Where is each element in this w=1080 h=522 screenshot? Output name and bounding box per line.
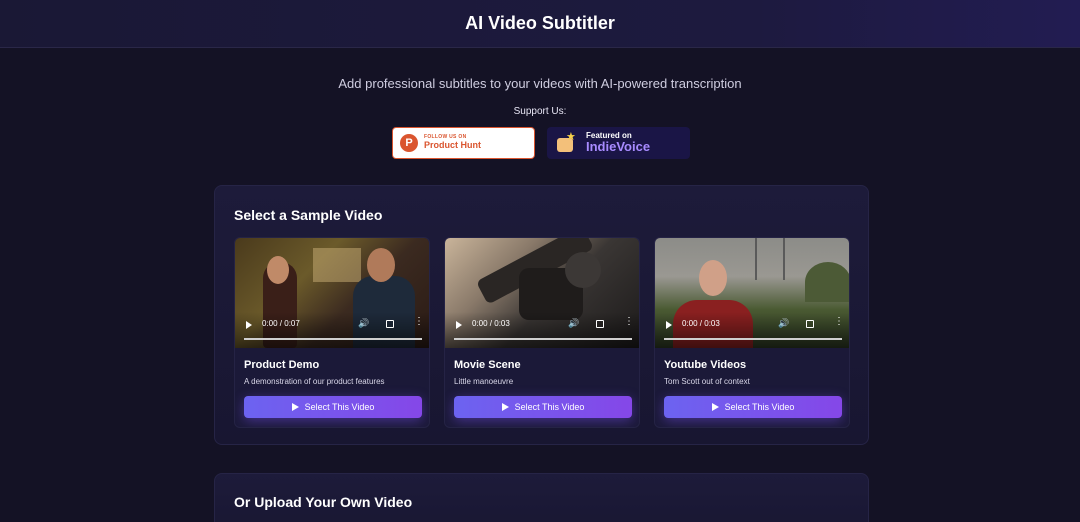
select-video-label: Select This Video [304, 402, 375, 412]
video-player[interactable]: 0:00 / 0:03 🔊 ⋮ [655, 238, 849, 348]
video-controls: 0:00 / 0:03 🔊 ⋮ [445, 312, 639, 348]
video-description: Tom Scott out of context [664, 377, 750, 386]
thumbs-up-star-icon: ★ [555, 132, 579, 154]
play-icon [501, 403, 509, 411]
upload-panel: Or Upload Your Own Video [214, 473, 869, 522]
select-video-button[interactable]: Select This Video [244, 396, 422, 418]
video-title: Youtube Videos [664, 359, 747, 371]
volume-icon[interactable]: 🔊 [778, 318, 789, 329]
video-time: 0:00 / 0:03 [472, 319, 510, 328]
product-hunt-name: Product Hunt [424, 139, 481, 150]
video-time: 0:00 / 0:07 [262, 319, 300, 328]
video-description: Little manoeuvre [454, 377, 514, 386]
video-controls: 0:00 / 0:03 🔊 ⋮ [655, 312, 849, 348]
select-video-label: Select This Video [724, 402, 795, 412]
more-options-icon[interactable]: ⋮ [834, 317, 844, 327]
video-progress-bar[interactable] [664, 338, 842, 340]
play-icon [291, 403, 299, 411]
hero-tagline: Add professional subtitles to your video… [338, 76, 742, 91]
support-label: Support Us: [513, 106, 567, 117]
volume-icon[interactable]: 🔊 [358, 318, 369, 329]
sample-videos-title: Select a Sample Video [234, 207, 383, 223]
video-player[interactable]: 0:00 / 0:03 🔊 ⋮ [445, 238, 639, 348]
video-card-youtube-videos: 0:00 / 0:03 🔊 ⋮ Youtube Videos Tom Scott… [654, 237, 850, 428]
video-title: Movie Scene [454, 359, 521, 371]
select-video-button[interactable]: Select This Video [454, 396, 632, 418]
more-options-icon[interactable]: ⋮ [414, 317, 424, 327]
video-player[interactable]: 0:00 / 0:07 🔊 ⋮ [235, 238, 429, 348]
video-description: A demonstration of our product features [244, 377, 385, 386]
select-video-label: Select This Video [514, 402, 585, 412]
video-time: 0:00 / 0:03 [682, 319, 720, 328]
fullscreen-icon[interactable] [386, 320, 394, 328]
indievoice-name: IndieVoice [586, 139, 651, 155]
play-icon [711, 403, 719, 411]
select-video-button[interactable]: Select This Video [664, 396, 842, 418]
video-progress-bar[interactable] [454, 338, 632, 340]
play-icon[interactable] [456, 321, 462, 329]
top-bar: AI Video Subtitler [0, 0, 1080, 48]
product-hunt-badge[interactable]: P FOLLOW US ON Product Hunt [392, 127, 535, 159]
video-progress-bar[interactable] [244, 338, 422, 340]
app-title: AI Video Subtitler [465, 13, 615, 33]
video-card-movie-scene: 0:00 / 0:03 🔊 ⋮ Movie Scene Little manoe… [444, 237, 640, 428]
video-title: Product Demo [244, 359, 320, 371]
indievoice-badge[interactable]: ★ Featured on IndieVoice [547, 127, 690, 159]
product-hunt-logo-icon: P [400, 134, 418, 152]
video-controls: 0:00 / 0:07 🔊 ⋮ [235, 312, 429, 348]
volume-icon[interactable]: 🔊 [568, 318, 579, 329]
fullscreen-icon[interactable] [596, 320, 604, 328]
fullscreen-icon[interactable] [806, 320, 814, 328]
play-icon[interactable] [246, 321, 252, 329]
upload-title: Or Upload Your Own Video [234, 494, 413, 510]
video-card-product-demo: 0:00 / 0:07 🔊 ⋮ Product Demo A demonstra… [234, 237, 430, 428]
more-options-icon[interactable]: ⋮ [624, 317, 634, 327]
sample-videos-panel: Select a Sample Video 0:00 / 0:07 🔊 ⋮ Pr… [214, 185, 869, 445]
play-icon[interactable] [666, 321, 672, 329]
